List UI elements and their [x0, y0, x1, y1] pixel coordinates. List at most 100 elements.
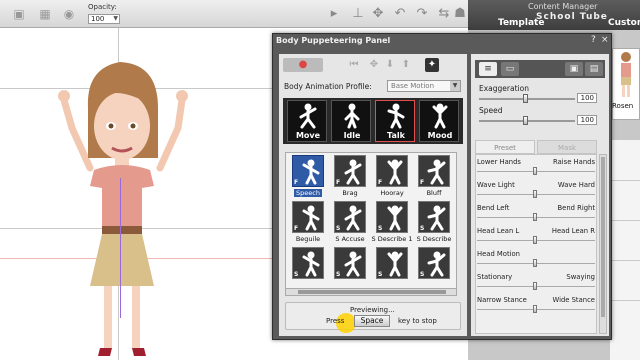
move-icon[interactable]: ✥	[367, 58, 381, 72]
arrow-down-icon[interactable]: ⬇	[383, 58, 397, 72]
preset-mask-tabs: Preset Mask	[475, 140, 601, 154]
motion-thumbnail[interactable]: S	[334, 247, 366, 279]
preset-slider-row: Head Lean L Head Lean R	[477, 227, 595, 249]
motion-item[interactable]: S S Describe	[414, 201, 454, 247]
motion-badge: F	[294, 225, 299, 232]
horizontal-scrollbar[interactable]	[285, 288, 457, 296]
sliders-icon[interactable]: ≡	[479, 62, 497, 76]
category-label: Move	[295, 131, 321, 140]
preset-slider[interactable]	[533, 259, 537, 267]
motion-label: Bluff	[410, 189, 456, 197]
character-figure[interactable]	[50, 48, 200, 360]
motion-item[interactable]: F Hooray	[372, 155, 412, 201]
save-icon[interactable]: ▣	[565, 62, 583, 76]
pose-icon	[427, 205, 446, 231]
load-icon[interactable]: ▤	[585, 62, 603, 76]
motion-grid: F Speech F Brag F Hooray F Bluff F Beguile S S Accu…	[285, 152, 457, 290]
motion-thumbnail[interactable]: S	[292, 247, 324, 279]
move-icon[interactable]: ✥	[370, 6, 386, 22]
motion-thumbnail[interactable]: S	[418, 247, 450, 279]
opacity-value: 100	[91, 15, 105, 23]
motion-thumbnail[interactable]: F	[292, 155, 324, 187]
tab-template[interactable]: Template	[498, 18, 544, 28]
motion-thumbnail[interactable]: S	[376, 247, 408, 279]
record-button[interactable]: ●	[283, 58, 323, 72]
character-icon[interactable]: ☗	[452, 6, 468, 22]
tab-mask[interactable]: Mask	[537, 140, 597, 154]
watermark-logo: School Tube	[536, 12, 608, 22]
motion-item[interactable]: F Speech	[288, 155, 328, 201]
flip-icon[interactable]: ⇆	[436, 6, 452, 22]
preset-slider[interactable]	[533, 167, 537, 175]
skip-back-icon[interactable]: ⏮	[347, 58, 361, 72]
panel-toolbar: ● ⏮ ✥ ⬇ ⬆ ✦	[283, 58, 461, 74]
category-talk[interactable]: Talk	[375, 100, 415, 142]
previewing-text: Previewing...	[350, 306, 395, 314]
help-icon[interactable]: ?	[591, 35, 596, 45]
motion-item[interactable]: F Beguile	[288, 201, 328, 247]
speed-label: Speed	[479, 106, 503, 115]
motion-item[interactable]: S	[414, 247, 454, 289]
pose-icon	[427, 251, 446, 277]
motion-badge: S	[378, 225, 383, 232]
motion-thumbnail[interactable]: S	[334, 201, 366, 233]
pivot-line	[120, 178, 121, 318]
motion-item[interactable]: S	[372, 247, 412, 289]
motion-item[interactable]: S S Accuse	[330, 201, 370, 247]
scrollbar-thumb[interactable]	[298, 290, 446, 294]
vertical-scrollbar[interactable]	[599, 154, 607, 334]
thumbnail-label: Rosen	[612, 102, 634, 110]
category-move[interactable]: Move	[287, 100, 327, 142]
motion-thumbnail[interactable]: F	[334, 155, 366, 187]
preset-slider-row: Lower Hands Raise Hands	[477, 158, 595, 180]
motion-badge: S	[336, 225, 341, 232]
preset-slider[interactable]	[533, 213, 537, 221]
motion-label-text: Hooray	[380, 189, 404, 197]
preset-slider[interactable]	[533, 190, 537, 198]
speed-value[interactable]: 100	[577, 115, 597, 125]
preset-left-label: Bend Left	[477, 204, 510, 212]
exaggeration-value[interactable]: 100	[577, 93, 597, 103]
eye-icon[interactable]: ◉	[62, 7, 76, 21]
align-icon[interactable]: ⊥	[350, 6, 366, 22]
profile-value: Base Motion	[391, 82, 435, 90]
motion-label: Hooray	[368, 189, 416, 197]
preset-slider[interactable]	[533, 282, 537, 290]
speed-slider[interactable]	[523, 116, 528, 125]
undo-icon[interactable]: ↶	[392, 6, 408, 22]
grid-icon[interactable]: ▦	[38, 7, 52, 21]
motion-item[interactable]: F Bluff	[414, 155, 454, 201]
category-mood[interactable]: Mood	[419, 100, 459, 142]
chevron-down-icon: ▼	[450, 81, 460, 91]
exaggeration-label: Exaggeration	[479, 84, 529, 93]
preset-slider-row: Wave Light Wave Hard	[477, 181, 595, 203]
layers-icon[interactable]: ▣	[12, 7, 26, 21]
arrow-up-icon[interactable]: ⬆	[399, 58, 413, 72]
motion-thumbnail[interactable]: F	[418, 155, 450, 187]
profile-select[interactable]: Base Motion ▼	[387, 80, 461, 92]
scrollbar-thumb[interactable]	[601, 157, 605, 317]
body-puppet-icon[interactable]: ✦	[425, 58, 439, 72]
folder-icon[interactable]: ▭	[501, 62, 519, 76]
exaggeration-slider[interactable]	[523, 94, 528, 103]
tab-custom[interactable]: Custom	[608, 18, 640, 28]
preset-slider[interactable]	[533, 305, 537, 313]
motion-badge: S	[336, 271, 341, 278]
motion-item[interactable]: S	[330, 247, 370, 289]
close-icon[interactable]: ×	[601, 35, 609, 45]
motion-item[interactable]: S S Describe 1	[372, 201, 412, 247]
preset-slider[interactable]	[533, 236, 537, 244]
motion-thumbnail[interactable]: F	[292, 201, 324, 233]
motion-thumbnail[interactable]: S	[376, 201, 408, 233]
preset-right-label: Swaying	[566, 273, 595, 281]
motion-item[interactable]: F Brag	[330, 155, 370, 201]
motion-item[interactable]: S	[288, 247, 328, 289]
motion-thumbnail[interactable]: S	[418, 201, 450, 233]
select-icon[interactable]: ▸	[326, 6, 342, 22]
motion-thumbnail[interactable]: F	[376, 155, 408, 187]
redo-icon[interactable]: ↷	[414, 6, 430, 22]
preset-right-label: Wave Hard	[557, 181, 595, 189]
opacity-select[interactable]: 100 ▼	[88, 14, 120, 24]
tab-preset[interactable]: Preset	[475, 140, 535, 154]
category-idle[interactable]: Idle	[331, 100, 371, 142]
